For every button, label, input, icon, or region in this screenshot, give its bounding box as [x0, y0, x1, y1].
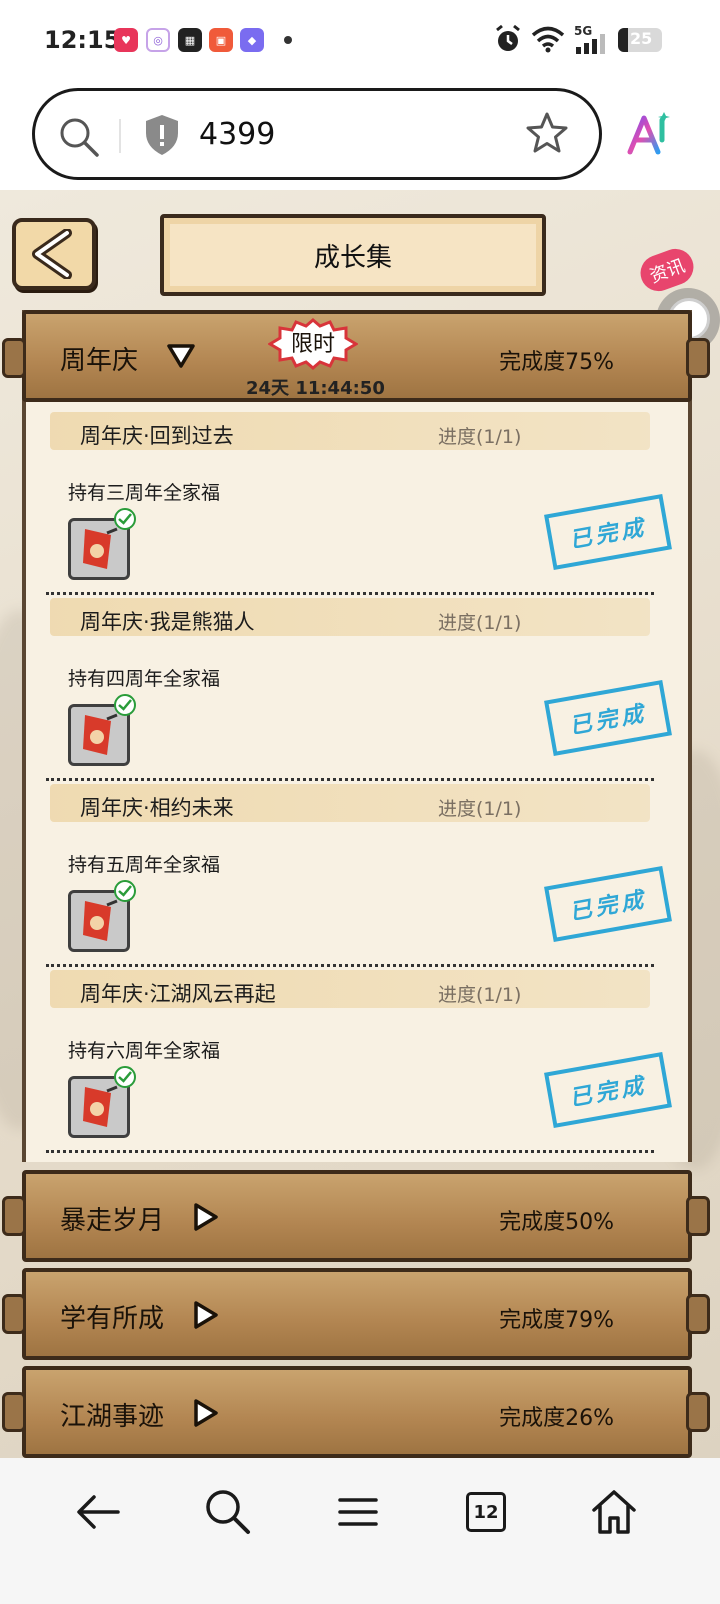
app-icon-1: ♥: [114, 28, 138, 52]
more-notifications-dot: [284, 36, 292, 44]
battery-icon: 25: [618, 28, 662, 52]
signal-icon: [576, 34, 605, 54]
scroll-knob-right: [686, 1294, 710, 1334]
triangle-right-icon[interactable]: [192, 1202, 220, 1232]
task-description: 持有五周年全家福: [68, 854, 221, 876]
triangle-right-icon[interactable]: [192, 1398, 220, 1428]
check-icon: [114, 508, 136, 530]
alarm-icon: [496, 24, 520, 51]
app-icon-3: ▦: [178, 28, 202, 52]
check-icon: [114, 1066, 136, 1088]
app-icon-2: ◎: [146, 28, 170, 52]
search-icon[interactable]: [202, 1486, 254, 1538]
search-icon[interactable]: [57, 115, 101, 159]
scroll-knob-left: [2, 1392, 26, 1432]
check-icon: [114, 694, 136, 716]
limited-time-badge: 限时: [268, 318, 358, 370]
app-icon-5: ◆: [240, 28, 264, 52]
scroll-knob-right: [686, 1392, 710, 1432]
task-divider: [46, 964, 654, 967]
task-progress: 进度(1/1): [438, 984, 522, 1006]
battery-level: 25: [630, 29, 653, 48]
task-divider: [46, 592, 654, 595]
scroll-knob-left: [2, 1294, 26, 1334]
section-completion: 完成度50%: [499, 1210, 614, 1235]
game-back-button[interactable]: [12, 218, 96, 290]
task-title: 周年庆·相约未来: [80, 796, 234, 820]
ai-assistant-icon[interactable]: [624, 110, 672, 158]
url-text[interactable]: 4399: [199, 117, 275, 152]
scroll-knob-right: [686, 338, 710, 378]
tabs-button[interactable]: 12: [466, 1492, 506, 1532]
bookmark-star-icon[interactable]: [525, 111, 569, 155]
status-bar: 12:15 ♥ ◎ ▦ ▣ ◆ 5G 25: [0, 0, 720, 82]
menu-icon[interactable]: [332, 1486, 384, 1538]
countdown-timer: 24天 11:44:50: [246, 378, 385, 399]
task-description: 持有四周年全家福: [68, 668, 221, 690]
task-title: 周年庆·江湖风云再起: [80, 982, 276, 1006]
page-title: 成长集: [313, 242, 392, 273]
url-field[interactable]: 4399: [32, 88, 602, 180]
task-title: 周年庆·回到过去: [80, 424, 234, 448]
task-item: 周年庆·回到过去 进度(1/1) 持有三周年全家福 已完成: [46, 412, 672, 598]
task-item: 周年庆·江湖风云再起 进度(1/1) 持有六周年全家福 已完成: [46, 970, 672, 1156]
back-arrow-icon[interactable]: [72, 1486, 124, 1538]
check-icon: [114, 880, 136, 902]
section-completion: 完成度75%: [499, 350, 614, 375]
section-name: 周年庆: [60, 346, 139, 376]
chevron-left-icon: [32, 229, 72, 279]
task-divider: [46, 778, 654, 781]
task-item: 周年庆·相约未来 进度(1/1) 持有五周年全家福 已完成: [46, 784, 672, 970]
limited-label: 限时: [290, 332, 335, 357]
section-header-rampage-years[interactable]: 暴走岁月 完成度50%: [22, 1170, 692, 1262]
game-viewport: 成长集 资讯 周年庆 完成度75% 限时 24天 11:44:50 周年庆·回到…: [0, 190, 720, 1458]
task-progress: 进度(1/1): [438, 612, 522, 634]
browser-bottom-nav: 12: [0, 1458, 720, 1604]
home-icon[interactable]: [588, 1486, 640, 1538]
wifi-icon: [531, 26, 565, 53]
tab-count: 12: [473, 1501, 499, 1523]
section-header-jianghu-deeds[interactable]: 江湖事迹 完成度26%: [22, 1366, 692, 1458]
section-name: 暴走岁月: [60, 1206, 165, 1236]
scroll-knob-left: [2, 338, 26, 378]
scroll-knob-left: [2, 1196, 26, 1236]
task-divider: [46, 1150, 654, 1153]
browser-address-bar: 4399: [0, 82, 720, 190]
page-title-banner: 成长集: [160, 214, 546, 296]
completed-stamp: 已完成: [544, 866, 672, 942]
section-name: 学有所成: [60, 1304, 165, 1334]
completed-stamp: 已完成: [544, 494, 672, 570]
section-name: 江湖事迹: [60, 1402, 165, 1432]
triangle-down-icon[interactable]: [166, 342, 196, 370]
task-progress: 进度(1/1): [438, 798, 522, 820]
task-description: 持有六周年全家福: [68, 1040, 221, 1062]
completed-stamp: 已完成: [544, 680, 672, 756]
section-completion: 完成度79%: [499, 1308, 614, 1333]
task-description: 持有三周年全家福: [68, 482, 221, 504]
task-progress: 进度(1/1): [438, 426, 522, 448]
scroll-knob-right: [686, 1196, 710, 1236]
triangle-right-icon[interactable]: [192, 1300, 220, 1330]
task-title: 周年庆·我是熊猫人: [80, 610, 255, 634]
address-separator: [119, 119, 121, 153]
section-completion: 完成度26%: [499, 1406, 614, 1431]
section-header-study-success[interactable]: 学有所成 完成度79%: [22, 1268, 692, 1360]
app-icon-4: ▣: [209, 28, 233, 52]
shield-icon[interactable]: [143, 113, 181, 157]
status-time: 12:15: [44, 26, 121, 54]
completed-stamp: 已完成: [544, 1052, 672, 1128]
task-item: 周年庆·我是熊猫人 进度(1/1) 持有四周年全家福 已完成: [46, 598, 672, 784]
